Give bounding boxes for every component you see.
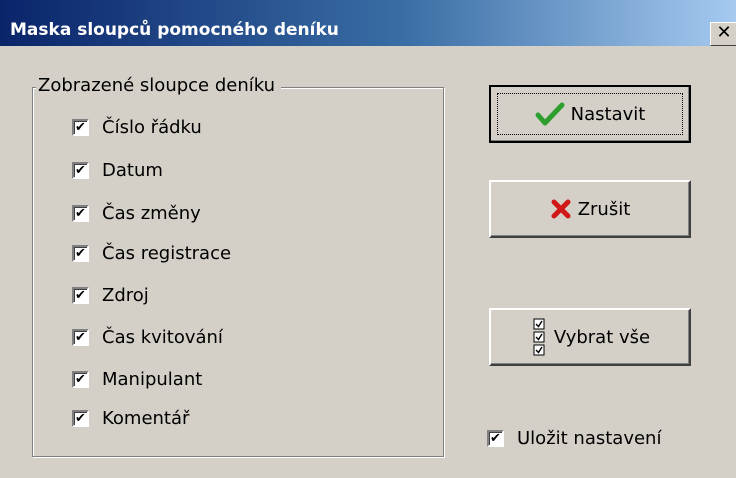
checkbox-row-cislo-radku[interactable]: ✔ Číslo řádku [72,114,202,140]
ulozit-nastaveni-label: Uložit nastavení [517,427,662,449]
focus-rectangle [497,93,683,135]
checkbox-row-datum[interactable]: ✔ Datum [72,157,163,183]
checkbox-row-zdroj[interactable]: ✔ Zdroj [72,282,149,308]
checkbox[interactable]: ✔ [72,118,89,136]
checkbox-label: Manipulant [102,368,203,390]
checkbox[interactable]: ✔ [72,328,89,346]
checkbox[interactable]: ✔ [72,244,89,262]
checkbox[interactable]: ✔ [72,161,89,179]
checkbox-row-komentar[interactable]: ✔ Komentář [72,405,189,431]
groupbox-legend: Zobrazené sloupce deníku [36,75,282,96]
checkbox[interactable]: ✔ [72,409,89,427]
zrusit-button[interactable]: Zrušit [489,180,691,238]
checkbox-label: Čas registrace [102,242,232,264]
checkbox-label: Číslo řádku [102,116,202,138]
zrusit-label: Zrušit [577,198,631,220]
nastavit-button[interactable]: Nastavit [489,85,691,143]
checkbox-label: Čas kvitování [102,326,223,348]
vybrat-vse-button[interactable]: Vybrat vše [489,308,691,366]
checkbox-row-cas-kvitovani[interactable]: ✔ Čas kvitování [72,324,223,350]
checkbox[interactable]: ✔ [72,370,89,388]
checkbox-row-cas-zmeny[interactable]: ✔ Čas změny [72,200,201,226]
select-all-icon [530,316,548,358]
vybrat-vse-label: Vybrat vše [553,326,651,348]
window-title: Maska sloupců pomocného deníku [10,20,339,40]
title-bar: Maska sloupců pomocného deníku ✕ [0,0,736,46]
checkbox-row-manipulant[interactable]: ✔ Manipulant [72,366,202,392]
checkbox[interactable]: ✔ [487,429,504,447]
columns-groupbox [32,87,444,457]
checkbox[interactable]: ✔ [72,204,89,222]
close-icon: ✕ [716,22,732,43]
checkbox-label: Datum [102,159,163,181]
ulozit-nastaveni-checkbox-row[interactable]: ✔ Uložit nastavení [487,425,661,451]
checkbox-label: Komentář [102,407,190,429]
checkbox-label: Zdroj [102,284,149,306]
close-button[interactable]: ✕ [710,22,736,46]
x-icon [550,198,572,220]
checkbox[interactable]: ✔ [72,286,89,304]
checkbox-row-cas-registrace[interactable]: ✔ Čas registrace [72,240,231,266]
checkbox-label: Čas změny [102,202,201,224]
